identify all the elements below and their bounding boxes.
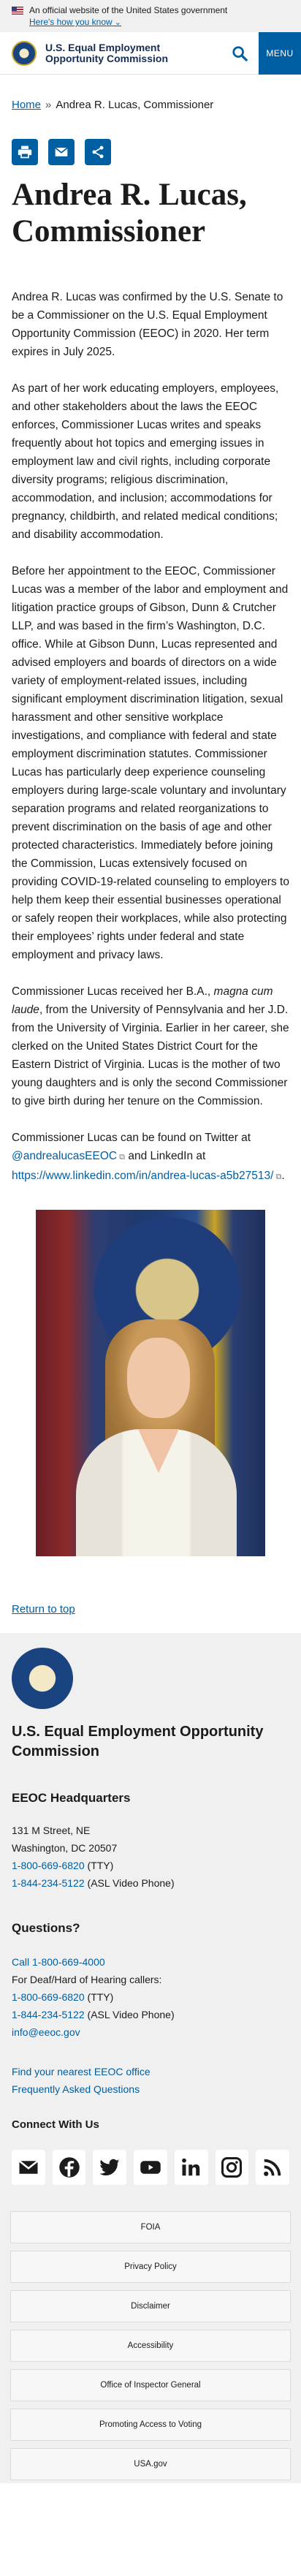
faq-link[interactable]: Frequently Asked Questions — [12, 2083, 140, 2095]
asl-line: 1-844-234-5122 (ASL Video Phone) — [12, 1874, 289, 1892]
share-icon — [92, 145, 104, 159]
site-name[interactable]: U.S. Equal Employment Opportunity Commis… — [45, 42, 221, 64]
tty-phone-link[interactable]: 1-800-669-6820 — [12, 1860, 85, 1871]
gov-banner-text: An official website of the United States… — [29, 5, 228, 15]
breadcrumb-current: Andrea R. Lucas, Commissioner — [56, 99, 214, 111]
footer-agency-name: U.S. Equal Employment Opportunity Commis… — [12, 1724, 264, 1759]
twitter-icon — [99, 2159, 121, 2176]
footer-link-access-to-voting[interactable]: Promoting Access to Voting — [10, 2409, 291, 2441]
asl-label: (ASL Video Phone) — [84, 1877, 175, 1889]
heres-how-you-know-toggle[interactable]: Here's how you know — [29, 16, 121, 29]
address-line: 131 M Street, NE — [12, 1825, 91, 1836]
youtube-icon — [140, 2161, 161, 2174]
deaf-callers-label: For Deaf/Hard of Hearing callers: — [12, 1974, 162, 1985]
breadcrumb: Home » Andrea R. Lucas, Commissioner — [12, 75, 289, 113]
search-icon — [232, 45, 248, 61]
bio-text: , from the University of Pennsylvania an… — [12, 1004, 289, 1107]
portrait-container — [12, 1210, 289, 1556]
tty-line: 1-800-669-6820 (TTY) — [12, 1857, 289, 1874]
youtube-social-button[interactable] — [134, 2150, 167, 2185]
eeoc-seal-logo[interactable] — [12, 40, 37, 66]
gov-banner: An official website of the United States… — [0, 0, 301, 32]
main-content: Home » Andrea R. Lucas, Commissioner Andre… — [0, 75, 301, 1615]
footer-link-usa-gov[interactable]: USA.gov — [10, 2448, 291, 2480]
bio-paragraph: Commissioner Lucas received her B.A., ma… — [12, 982, 289, 1110]
menu-button[interactable]: MENU — [259, 31, 301, 75]
email-social-button[interactable] — [12, 2150, 45, 2185]
twitter-link[interactable]: @andrealucasEEOC — [12, 1150, 125, 1162]
envelope-icon — [55, 147, 68, 156]
email-icon — [18, 2160, 39, 2174]
asl-label-2: (ASL Video Phone) — [84, 2009, 175, 2020]
print-button[interactable] — [12, 139, 38, 165]
bio-text: Commissioner Lucas received her B.A., — [12, 985, 214, 998]
hq-title: EEOC Headquarters — [12, 1791, 131, 1805]
site-header: U.S. Equal Employment Opportunity Commis… — [0, 31, 301, 75]
tty-label: (TTY) — [84, 1860, 114, 1871]
footer-eeoc-seal-logo — [12, 1648, 73, 1709]
instagram-social-button[interactable] — [215, 2150, 249, 2185]
facebook-social-button[interactable] — [52, 2150, 86, 2185]
breadcrumb-home-link[interactable]: Home — [12, 99, 41, 111]
asl-phone-link[interactable]: 1-844-234-5122 — [12, 1877, 85, 1889]
footer-link-accessibility[interactable]: Accessibility — [10, 2330, 291, 2362]
return-to-top-link[interactable]: Return to top — [12, 1603, 289, 1615]
bio-paragraph: Commissioner Lucas can be found on Twitt… — [12, 1129, 289, 1186]
bio-paragraph: Before her appointment to the EEOC, Comm… — [12, 565, 289, 961]
connect-title: Connect With Us — [12, 2118, 99, 2131]
questions-title: Questions? — [12, 1921, 80, 1935]
share-button[interactable] — [85, 139, 111, 165]
footer-links: Find your nearest EEOC office Frequently… — [12, 2063, 289, 2098]
footer-nav: FOIA Privacy Policy Disclaimer Accessibi… — [10, 2211, 291, 2483]
us-flag-icon — [12, 6, 23, 15]
social-links — [12, 2150, 290, 2185]
rss-icon — [264, 2159, 281, 2176]
hq-address: 131 M Street, NE Washington, DC 20507 1-… — [12, 1822, 289, 1892]
questions-contact: Call 1-800-669-4000 For Deaf/Hard of Hea… — [12, 1953, 289, 2041]
tty-label-2: (TTY) — [84, 1991, 114, 2003]
call-phone-link[interactable]: Call 1-800-669-4000 — [12, 1956, 105, 1968]
commissioner-portrait — [36, 1210, 265, 1556]
bio-body: Andrea R. Lucas was confirmed by the U.S… — [12, 288, 289, 1186]
tty-phone-link-2[interactable]: 1-800-669-6820 — [12, 1991, 85, 2003]
site-footer: U.S. Equal Employment Opportunity Commis… — [0, 1633, 301, 2483]
portrait-face — [127, 1338, 190, 1418]
print-icon — [18, 145, 32, 159]
facebook-icon — [58, 2157, 80, 2178]
bio-paragraph: As part of her work educating employers,… — [12, 382, 279, 541]
email-share-button[interactable] — [48, 139, 75, 165]
search-button[interactable] — [221, 32, 259, 75]
instagram-icon — [221, 2157, 243, 2178]
bio-text: . — [281, 1170, 285, 1182]
page-title: Andrea R. Lucas, Commissioner — [12, 178, 247, 249]
bio-text: Commissioner Lucas can be found on Twitt… — [12, 1132, 251, 1144]
footer-link-inspector-general[interactable]: Office of Inspector General — [10, 2369, 291, 2401]
breadcrumb-separator: » — [45, 99, 52, 111]
bio-text: and LinkedIn at — [125, 1150, 206, 1162]
footer-link-foia[interactable]: FOIA — [10, 2211, 291, 2243]
rss-social-button[interactable] — [256, 2150, 290, 2185]
bio-paragraph: Andrea R. Lucas was confirmed by the U.S… — [12, 291, 283, 358]
twitter-social-button[interactable] — [93, 2150, 127, 2185]
find-office-link[interactable]: Find your nearest EEOC office — [12, 2066, 150, 2077]
linkedin-social-button[interactable] — [174, 2150, 208, 2185]
footer-link-privacy-policy[interactable]: Privacy Policy — [10, 2251, 291, 2283]
email-link[interactable]: info@eeoc.gov — [12, 2026, 80, 2038]
address-line: Washington, DC 20507 — [12, 1842, 118, 1854]
linkedin-icon — [181, 2158, 199, 2176]
asl-phone-link-2[interactable]: 1-844-234-5122 — [12, 2009, 85, 2020]
footer-link-disclaimer[interactable]: Disclaimer — [10, 2290, 291, 2322]
linkedin-link[interactable]: https://www.linkedin.com/in/andrea-lucas… — [12, 1170, 281, 1182]
share-toolbar — [12, 139, 289, 165]
